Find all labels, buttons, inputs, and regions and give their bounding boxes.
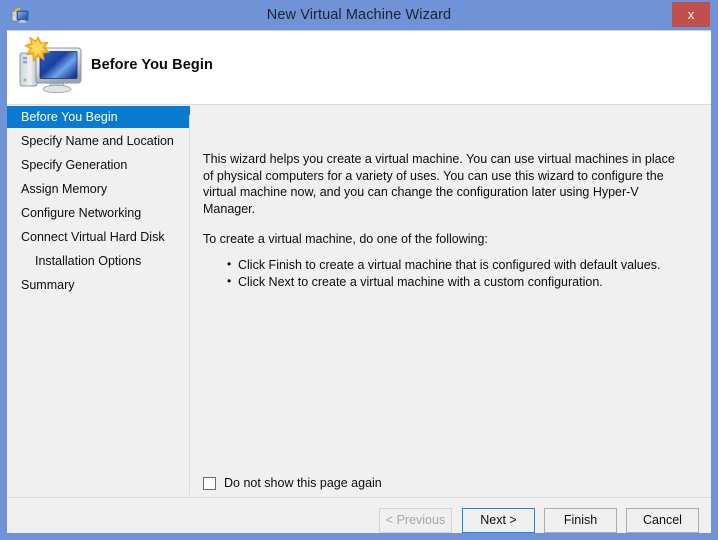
previous-button[interactable]: < Previous bbox=[379, 508, 452, 533]
monitor-with-star-icon bbox=[15, 36, 85, 98]
do-not-show-label: Do not show this page again bbox=[224, 476, 382, 490]
page-title: Before You Begin bbox=[91, 57, 213, 73]
page-banner: Before You Begin bbox=[7, 31, 711, 105]
content-pane: This wizard helps you create a virtual m… bbox=[190, 106, 711, 496]
window-title: New Virtual Machine Wizard bbox=[266, 7, 452, 23]
cancel-button[interactable]: Cancel bbox=[626, 508, 699, 533]
list-item: Click Finish to create a virtual machine… bbox=[227, 256, 693, 274]
sidebar-item-before-you-begin[interactable]: Before You Begin bbox=[7, 106, 197, 128]
sidebar-item-configure-networking[interactable]: Configure Networking bbox=[7, 202, 183, 224]
list-item: Click Next to create a virtual machine w… bbox=[227, 273, 693, 291]
options-list: Click Finish to create a virtual machine… bbox=[203, 256, 693, 291]
title-bar[interactable]: New Virtual Machine Wizard x bbox=[0, 0, 718, 30]
sidebar-item-assign-memory[interactable]: Assign Memory bbox=[7, 178, 183, 200]
instruction-paragraph: To create a virtual machine, do one of t… bbox=[203, 232, 488, 247]
do-not-show-checkbox[interactable] bbox=[203, 476, 216, 490]
intro-paragraph: This wizard helps you create a virtual m… bbox=[203, 152, 675, 216]
sidebar-item-installation-options[interactable]: Installation Options bbox=[7, 250, 183, 272]
next-button[interactable]: Next > bbox=[462, 508, 535, 533]
wizard-steps-nav: Before You Begin Specify Name and Locati… bbox=[7, 106, 197, 496]
sidebar-item-summary[interactable]: Summary bbox=[7, 274, 183, 296]
client-area: Before You Begin Before You Begin Specif… bbox=[7, 30, 711, 533]
do-not-show-row[interactable]: Do not show this page again bbox=[203, 474, 382, 492]
wizard-window: New Virtual Machine Wizard x Before You … bbox=[0, 0, 718, 540]
sidebar-item-connect-virtual-hard-disk[interactable]: Connect Virtual Hard Disk bbox=[7, 226, 183, 248]
button-bar: < Previous Next > Finish Cancel bbox=[7, 497, 711, 533]
sidebar-item-specify-name-and-location[interactable]: Specify Name and Location bbox=[7, 130, 183, 152]
close-icon[interactable]: x bbox=[672, 2, 710, 27]
sidebar-item-specify-generation[interactable]: Specify Generation bbox=[7, 154, 183, 176]
finish-button[interactable]: Finish bbox=[544, 508, 617, 533]
